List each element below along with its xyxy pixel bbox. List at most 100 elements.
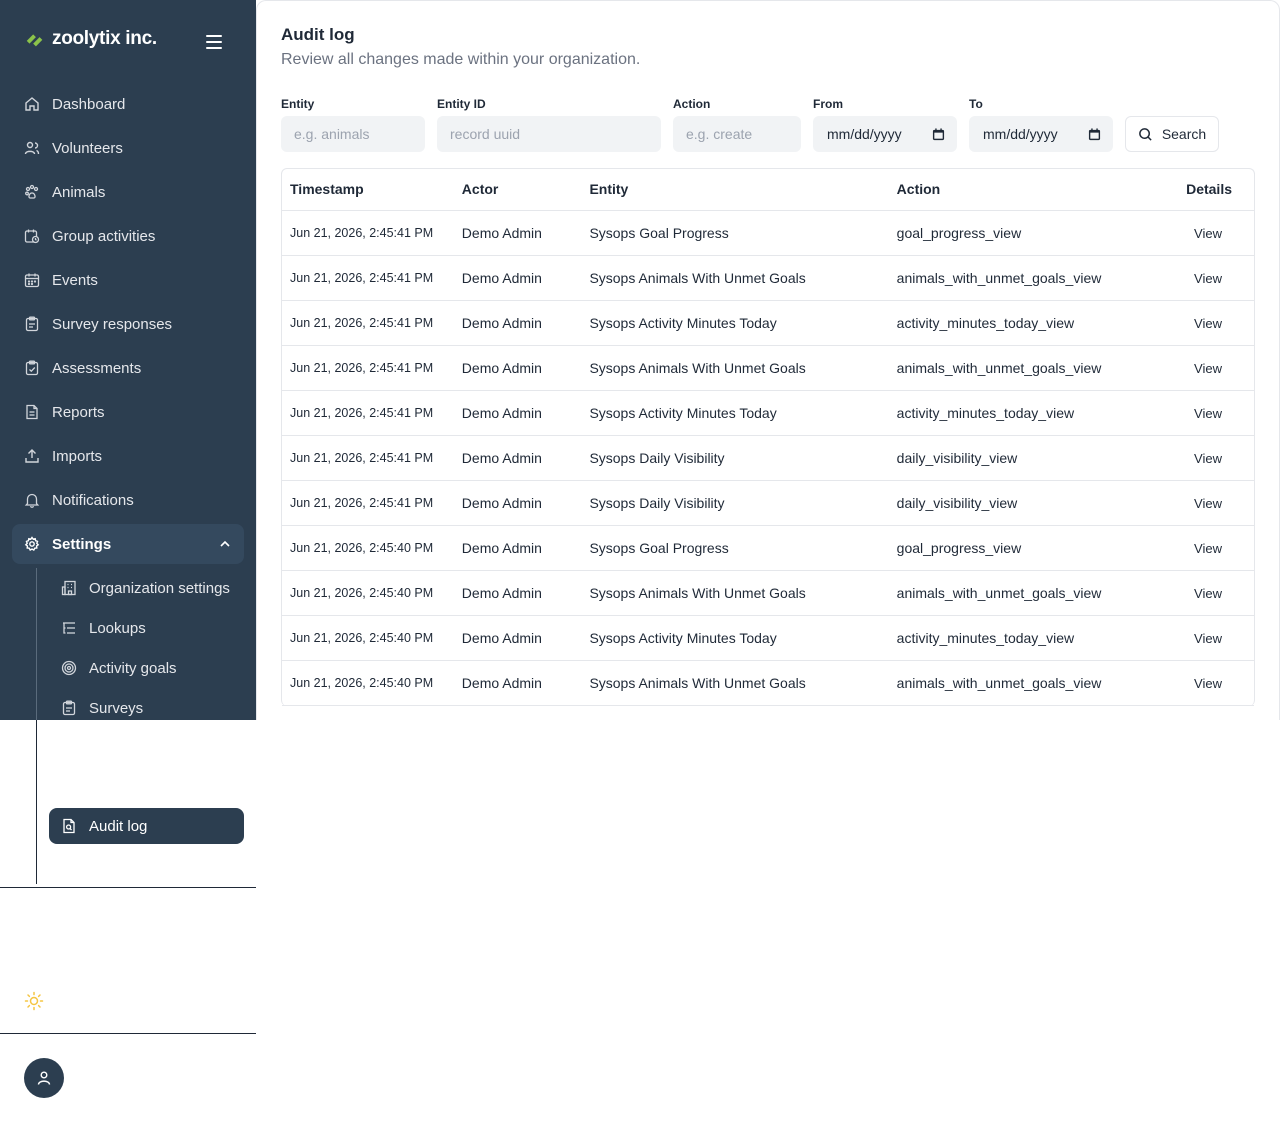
cell-action: goal_progress_view [888, 525, 1137, 571]
cell-timestamp: Jun 21, 2026, 2:45:41 PM [282, 300, 454, 346]
cell-details: View [1136, 210, 1254, 256]
cell-actor: Demo Admin [453, 435, 582, 481]
cell-timestamp: Jun 21, 2026, 2:45:40 PM [282, 525, 454, 571]
table-row: Jun 21, 2026, 2:45:41 PM Demo Admin Syso… [282, 435, 1254, 481]
audit-table: Timestamp Actor Entity Action Details Ju… [281, 168, 1255, 706]
table-row: Jun 21, 2026, 2:45:40 PM Demo Admin Syso… [282, 570, 1254, 616]
view-button[interactable]: View [1194, 541, 1222, 556]
cell-action: activity_minutes_today_view [888, 300, 1137, 346]
sidebar-item-activity-goals[interactable]: Activity goals [37, 648, 244, 688]
sidebar-item-assessments[interactable]: Assessments [12, 346, 244, 390]
clipboard-check-icon [24, 360, 40, 376]
from-date-input[interactable]: mm/dd/yyyy [813, 116, 957, 152]
calendar-icon[interactable] [932, 127, 945, 141]
sidebar-divider [0, 887, 256, 888]
table-header-row: Timestamp Actor Entity Action Details [282, 169, 1254, 211]
paw-icon [24, 184, 40, 200]
file-text-icon [24, 404, 40, 420]
sidebar-item-survey-responses[interactable]: Survey responses [12, 302, 244, 346]
view-button[interactable]: View [1194, 496, 1222, 511]
table-row: Jun 21, 2026, 2:45:41 PM Demo Admin Syso… [282, 390, 1254, 436]
sidebar-item-reports[interactable]: Reports [12, 390, 244, 434]
column-header-timestamp[interactable]: Timestamp [282, 169, 454, 211]
cell-actor: Demo Admin [453, 525, 582, 571]
cell-details: View [1136, 480, 1254, 526]
table-row: Jun 21, 2026, 2:45:40 PM Demo Admin Syso… [282, 525, 1254, 571]
chevron-up-icon[interactable] [218, 537, 232, 551]
cell-entity: Sysops Goal Progress [581, 210, 889, 256]
view-button[interactable]: View [1194, 676, 1222, 691]
sidebar-item-events[interactable]: Events [12, 258, 244, 302]
view-button[interactable]: View [1194, 586, 1222, 601]
view-button[interactable]: View [1194, 361, 1222, 376]
bell-icon [24, 492, 40, 508]
clipboard-icon [61, 700, 77, 716]
cell-timestamp: Jun 21, 2026, 2:45:41 PM [282, 255, 454, 301]
view-button[interactable]: View [1194, 316, 1222, 331]
page-title: Audit log [281, 25, 355, 44]
column-header-details: Details [1136, 169, 1254, 211]
cell-entity: Sysops Activity Minutes Today [581, 615, 889, 661]
view-button[interactable]: View [1194, 226, 1222, 241]
file-search-icon [61, 818, 77, 834]
sidebar-item-group-activities[interactable]: Group activities [12, 214, 244, 258]
cell-timestamp: Jun 21, 2026, 2:45:40 PM [282, 660, 454, 706]
sidebar-item-animals[interactable]: Animals [12, 170, 244, 214]
building-icon [61, 580, 77, 596]
column-header-action[interactable]: Action [888, 169, 1137, 211]
cell-entity: Sysops Animals With Unmet Goals [581, 345, 889, 391]
clipboard-icon [24, 316, 40, 332]
brand[interactable]: zoolytix inc. [24, 28, 157, 50]
entity-id-input[interactable] [437, 116, 661, 152]
cell-timestamp: Jun 21, 2026, 2:45:40 PM [282, 570, 454, 616]
cell-action: activity_minutes_today_view [888, 615, 1137, 661]
sidebar-item-surveys[interactable]: Surveys [37, 688, 244, 728]
sidebar-item-lookups[interactable]: Lookups [37, 608, 244, 648]
to-date-input[interactable]: mm/dd/yyyy [969, 116, 1113, 152]
sidebar-item-settings[interactable]: Settings [12, 524, 244, 564]
user-icon [37, 1071, 51, 1085]
sidebar-item-label: Audit log [89, 817, 148, 835]
list-tree-icon [61, 620, 77, 636]
sun-icon[interactable] [24, 991, 44, 1011]
cell-actor: Demo Admin [453, 390, 582, 436]
avatar[interactable] [24, 1058, 64, 1098]
cell-details: View [1136, 615, 1254, 661]
entity-id-label: Entity ID [437, 97, 486, 111]
sidebar-item-imports[interactable]: Imports [12, 434, 244, 478]
cell-entity: Sysops Animals With Unmet Goals [581, 255, 889, 301]
sidebar-item-notifications[interactable]: Notifications [12, 478, 244, 522]
view-button[interactable]: View [1194, 406, 1222, 421]
cell-actor: Demo Admin [453, 570, 582, 616]
table-row: Jun 21, 2026, 2:45:41 PM Demo Admin Syso… [282, 300, 1254, 346]
calendar-icon[interactable] [1088, 127, 1101, 141]
cell-actor: Demo Admin [453, 210, 582, 256]
action-label: Action [673, 97, 711, 111]
table-row: Jun 21, 2026, 2:45:40 PM Demo Admin Syso… [282, 615, 1254, 661]
gear-icon [24, 536, 40, 552]
to-date-value: mm/dd/yyyy [983, 126, 1058, 142]
cell-actor: Demo Admin [453, 255, 582, 301]
view-button[interactable]: View [1194, 451, 1222, 466]
users-icon [24, 140, 40, 156]
table-row: Jun 21, 2026, 2:45:41 PM Demo Admin Syso… [282, 480, 1254, 526]
sidebar-item-organization-settings[interactable]: Organization settings [37, 568, 244, 608]
search-button[interactable]: Search [1125, 116, 1219, 152]
sidebar-item-label: Volunteers [52, 139, 123, 157]
view-button[interactable]: View [1194, 631, 1222, 646]
subnav-line [36, 720, 37, 884]
sidebar-item-volunteers[interactable]: Volunteers [12, 126, 244, 170]
cell-entity: Sysops Goal Progress [581, 525, 889, 571]
sidebar-item-dashboard[interactable]: Dashboard [12, 82, 244, 126]
action-input[interactable] [673, 116, 801, 152]
hamburger-menu-icon[interactable] [204, 32, 224, 52]
sidebar-item-label: Surveys [89, 699, 144, 717]
sidebar-item-label: Activity goals [89, 659, 177, 677]
entity-input[interactable] [281, 116, 425, 152]
column-header-actor[interactable]: Actor [453, 169, 582, 211]
cell-timestamp: Jun 21, 2026, 2:45:41 PM [282, 480, 454, 526]
sidebar-item-audit-log[interactable]: Audit log [49, 808, 244, 844]
column-header-entity[interactable]: Entity [581, 169, 889, 211]
view-button[interactable]: View [1194, 271, 1222, 286]
calendar-clock-icon [24, 228, 40, 244]
